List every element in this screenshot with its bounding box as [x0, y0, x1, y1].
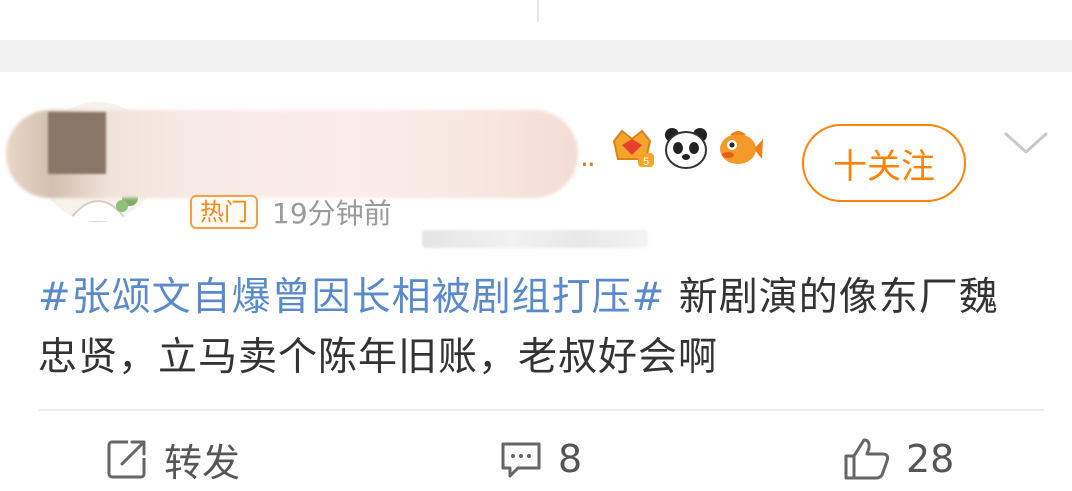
- post-card[interactable]: .. 5 十关注 热门 19分钟前 #张颂文自爆曾因长相被剧组打压# 新剧演的像…: [0, 72, 1072, 491]
- post-content[interactable]: #张颂文自爆曾因长相被剧组打压# 新剧演的像东厂魏忠贤，立马卖个陈年旧账，老叔好…: [38, 268, 1038, 388]
- repost-icon: [107, 440, 146, 479]
- post-time: 19分钟前: [272, 197, 392, 230]
- like-button[interactable]: 28: [842, 434, 954, 484]
- source-blurred: [422, 230, 648, 248]
- svg-text:5: 5: [643, 156, 649, 168]
- previous-card-bottom: [0, 0, 1072, 40]
- repost-button[interactable]: 转发: [104, 434, 241, 485]
- card-gap: [0, 40, 1072, 72]
- repost-label: 转发: [164, 440, 241, 485]
- weibo-feed: .. 5 十关注 热门 19分钟前 #张颂文自爆曾因长相被剧组打压# 新剧演的像…: [0, 0, 1072, 491]
- follow-label: 十关注: [833, 146, 935, 187]
- divider: [38, 409, 1044, 411]
- hot-badge: 热门: [190, 195, 258, 229]
- comment-icon: [501, 442, 541, 478]
- username-ellipsis: ..: [580, 140, 596, 173]
- like-count: 28: [906, 437, 955, 481]
- panda-emoji-icon[interactable]: [662, 125, 710, 171]
- comment-count: 8: [558, 437, 583, 481]
- fish-emoji-icon[interactable]: [716, 125, 764, 171]
- comment-button[interactable]: 8: [498, 434, 582, 484]
- action-bar: 转发 8 28: [0, 434, 1072, 485]
- action-separator: [537, 0, 539, 22]
- vip-crown-icon[interactable]: 5: [608, 125, 656, 171]
- username-blurred-block: [48, 112, 106, 174]
- post-meta: 热门 19分钟前: [190, 194, 392, 230]
- chevron-down-icon[interactable]: [1002, 128, 1050, 158]
- hashtag-link[interactable]: #张颂文自爆曾因长相被剧组打压#: [38, 275, 665, 320]
- thumbs-up-icon: [844, 438, 890, 480]
- follow-button[interactable]: 十关注: [802, 124, 966, 202]
